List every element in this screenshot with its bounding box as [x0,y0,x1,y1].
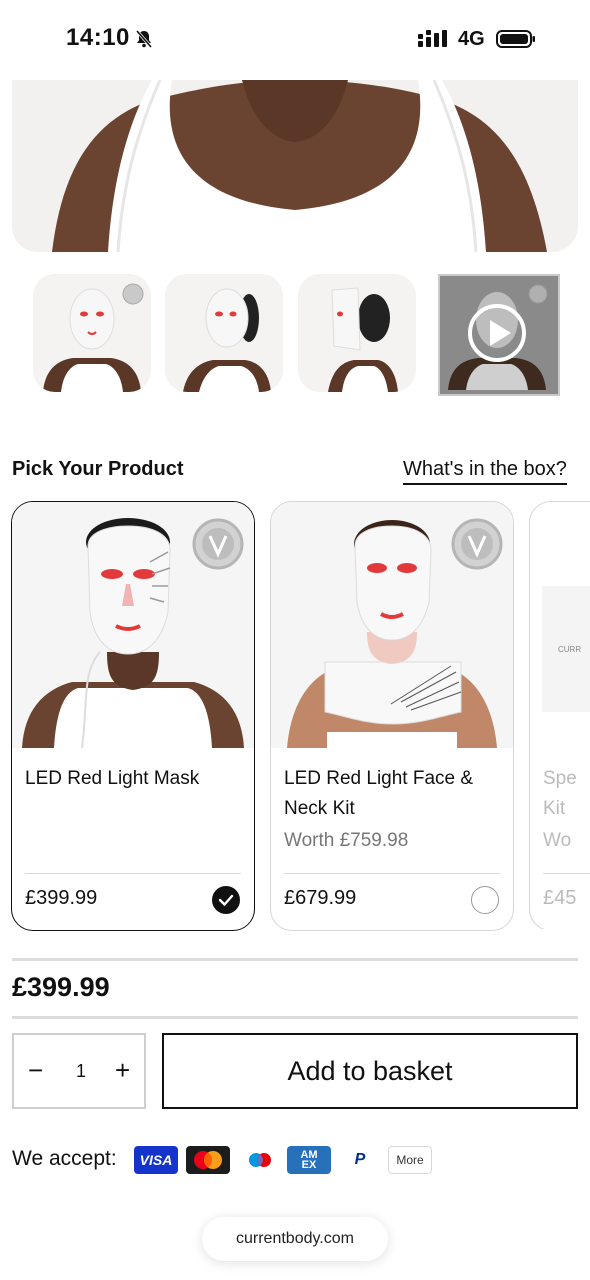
product-worth: Wo [543,830,572,851]
model-torso-image [12,80,578,252]
total-price: £399.99 [12,972,110,1002]
product-card-clip: CURR Spe Kit Wo £45 [529,501,590,929]
we-accept-label: We accept: [12,1147,117,1170]
card-divider [25,873,241,874]
product-select-radio[interactable] [212,886,240,914]
increase-quantity-button[interactable]: + [115,1057,130,1083]
thumbnail-mask-three-quarter[interactable] [165,274,283,392]
address-bar[interactable]: currentbody.com [202,1217,388,1261]
product-name-line2: Kit [543,798,566,819]
product-card-face-neck-kit[interactable]: LED Red Light Face & Neck Kit Worth £759… [270,501,514,931]
mask-side-thumbnail-image [298,274,416,392]
product-card-led-mask[interactable]: LED Red Light Mask £399.99 [11,501,255,931]
divider [12,958,578,961]
svg-text:CURR: CURR [558,645,581,654]
divider [12,1016,578,1019]
decrease-quantity-button[interactable]: − [28,1057,43,1083]
add-to-basket-button[interactable]: Add to basket [162,1033,578,1109]
status-time: 14:10 [66,24,130,51]
product-worth: Worth £759.98 [284,830,409,851]
section-title: Pick Your Product [12,458,184,480]
quantity-value: 1 [75,1061,86,1081]
hero-product-image[interactable] [12,80,578,252]
card-divider [543,873,590,874]
paypal-icon: P [338,1146,382,1174]
mask-front-thumbnail-image [33,274,151,392]
thumbnail-video[interactable] [438,274,560,396]
product-price: £45 [543,887,577,909]
product-price: £399.99 [25,887,98,909]
network-label: 4G [458,28,485,50]
product-card-third[interactable]: CURR Spe Kit Wo £45 [529,501,590,929]
checkmark-icon [218,894,234,906]
product-name: LED Red Light Mask [25,768,200,789]
bell-slash-icon [135,30,153,48]
battery-icon [496,30,535,48]
product-select-radio[interactable] [471,886,499,914]
whats-in-the-box-link[interactable]: What's in the box? [403,458,567,485]
visa-icon: VISA [134,1146,178,1174]
amex-line2: EX [301,1159,317,1171]
more-payments-button[interactable]: More [388,1146,432,1174]
mastercard-icon [186,1146,230,1174]
thumbnail-mask-side[interactable] [298,274,416,392]
product-image [12,502,254,749]
card-divider [284,873,500,874]
mask-three-quarter-thumbnail-image [165,274,283,392]
maestro-icon [238,1146,282,1174]
amex-icon: AM EX [287,1146,331,1174]
product-price: £679.99 [284,887,357,909]
play-icon[interactable] [467,303,527,363]
thumbnail-mask-front[interactable] [33,274,151,392]
product-name: LED Red Light Face & Neck Kit [284,768,474,819]
signal-icon [418,30,447,47]
product-name-line1: Spe [543,768,577,789]
product-image: CURR [530,502,590,748]
product-image [271,502,513,748]
quantity-stepper: − 1 + [12,1033,146,1109]
